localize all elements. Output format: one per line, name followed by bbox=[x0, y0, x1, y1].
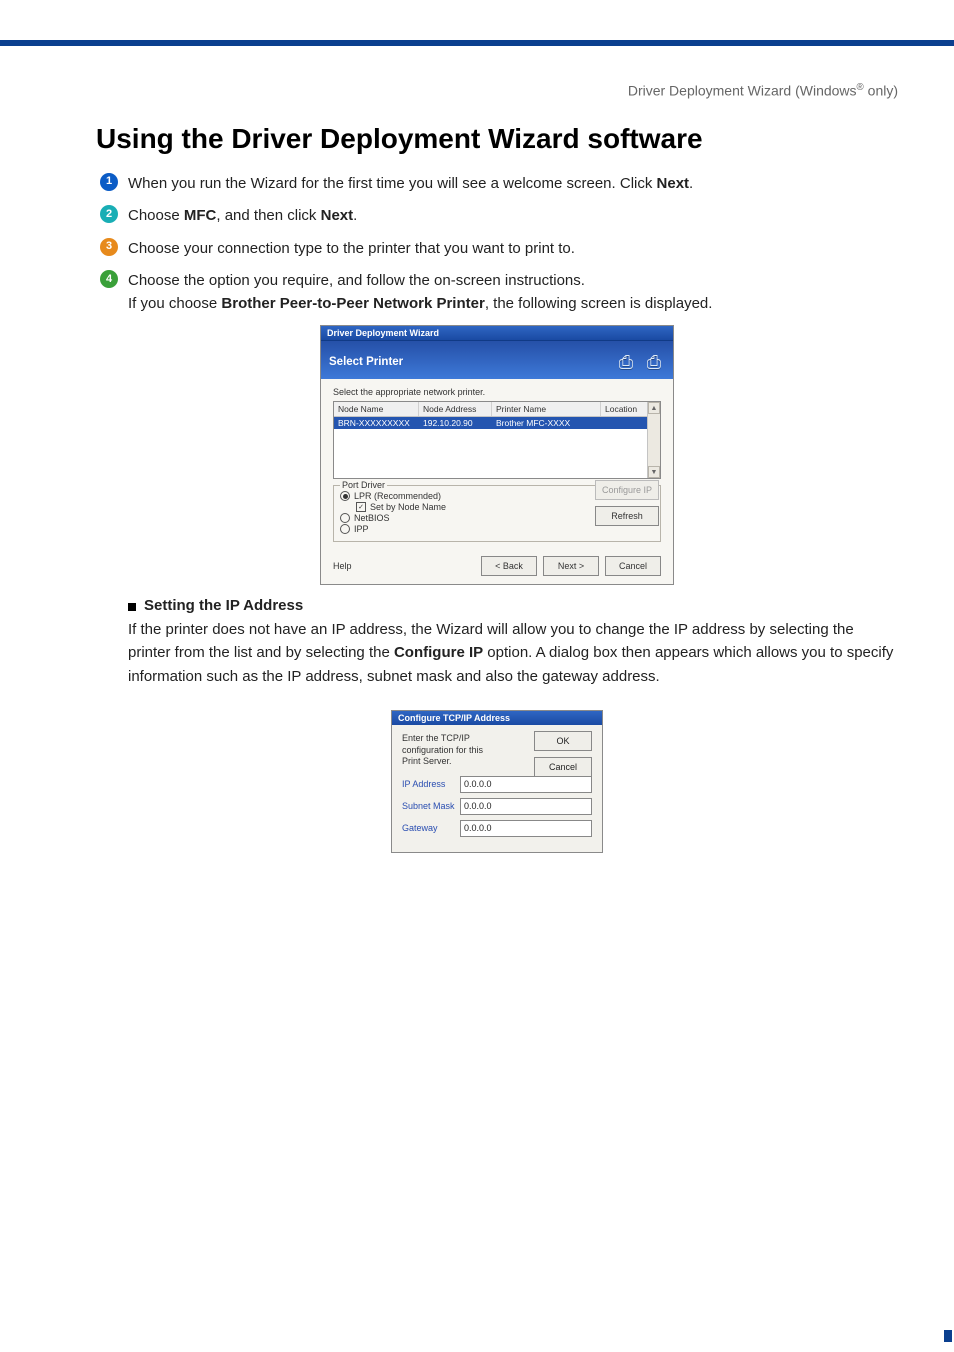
ok-button[interactable]: OK bbox=[534, 731, 592, 751]
ipb-b: Configure IP bbox=[394, 644, 483, 661]
scrollbar[interactable]: ▲ ▼ bbox=[647, 402, 660, 478]
cancel-button[interactable]: Cancel bbox=[605, 556, 661, 576]
scroll-down-icon[interactable]: ▼ bbox=[648, 466, 660, 478]
next-button[interactable]: Next > bbox=[543, 556, 599, 576]
step-2-text: Choose MFC, and then click Next. bbox=[128, 205, 898, 228]
header-sup: ® bbox=[857, 82, 864, 93]
step-2: 2 Choose MFC, and then click Next. bbox=[96, 205, 898, 228]
radio-netbios-label: NetBIOS bbox=[354, 513, 390, 523]
step-3-text: Choose your connection type to the print… bbox=[128, 238, 898, 261]
step-4: 4 Choose the option you require, and fol… bbox=[96, 270, 898, 315]
row-node-name: BRN-XXXXXXXXX bbox=[334, 417, 419, 429]
printer-icon: ⎙ bbox=[615, 351, 637, 373]
header-text-a: Driver Deployment Wizard (Windows bbox=[628, 83, 857, 99]
input-gateway[interactable]: 0.0.0.0 bbox=[460, 820, 592, 837]
printer-list[interactable]: Node Name Node Address Printer Name Loca… bbox=[333, 401, 661, 479]
ip-address-section: Setting the IP Address If the printer do… bbox=[128, 597, 898, 688]
val-mask: 0.0.0.0 bbox=[464, 801, 492, 811]
label-gateway: Gateway bbox=[402, 823, 460, 833]
val-ip: 0.0.0.0 bbox=[464, 779, 492, 789]
s2e: . bbox=[353, 207, 357, 224]
header-text-b: only) bbox=[864, 83, 898, 99]
val-gw: 0.0.0.0 bbox=[464, 823, 492, 833]
scroll-up-icon[interactable]: ▲ bbox=[648, 402, 660, 414]
s2a: Choose bbox=[128, 207, 184, 224]
refresh-button[interactable]: Refresh bbox=[595, 506, 659, 526]
printer-list-row[interactable]: BRN-XXXXXXXXX 192.10.20.90 Brother MFC-X… bbox=[334, 417, 660, 429]
dlg1-header-icons: ⎙ ⎙ bbox=[615, 351, 665, 373]
input-subnet-mask[interactable]: 0.0.0.0 bbox=[460, 798, 592, 815]
radio-lpr-label: LPR (Recommended) bbox=[354, 491, 441, 501]
ip-section-title: Setting the IP Address bbox=[144, 597, 303, 614]
s2c: , and then click bbox=[216, 207, 320, 224]
radio-icon bbox=[340, 491, 350, 501]
dlg2-note: Enter the TCP/IP configuration for this … bbox=[402, 733, 502, 768]
dlg1-subtitle: Select Printer bbox=[329, 356, 403, 368]
back-button[interactable]: < Back bbox=[481, 556, 537, 576]
step-1-post: . bbox=[689, 175, 693, 192]
row-node-address: 192.10.20.90 bbox=[419, 417, 492, 429]
radio-ipp-label: IPP bbox=[354, 524, 369, 534]
row-printer-name: Brother MFC-XXXX bbox=[492, 417, 601, 429]
bullet-square-icon bbox=[128, 603, 136, 611]
step-1: 1 When you run the Wizard for the first … bbox=[96, 173, 898, 196]
step-2-badge: 2 bbox=[100, 205, 118, 223]
s4-2b: Brother Peer-to-Peer Network Printer bbox=[221, 295, 484, 312]
page-heading: Using the Driver Deployment Wizard softw… bbox=[96, 123, 898, 155]
s4-2a: If you choose bbox=[128, 295, 221, 312]
set-by-node-label: Set by Node Name bbox=[370, 502, 446, 512]
col-node-name[interactable]: Node Name bbox=[334, 402, 419, 416]
s2d: Next bbox=[321, 207, 354, 224]
step-1-pre: When you run the Wizard for the first ti… bbox=[128, 175, 657, 192]
dlg1-instruction: Select the appropriate network printer. bbox=[333, 387, 661, 397]
cancel-button[interactable]: Cancel bbox=[534, 757, 592, 777]
step-3-badge: 3 bbox=[100, 238, 118, 256]
s4-2c: , the following screen is displayed. bbox=[485, 295, 713, 312]
configure-ip-button[interactable]: Configure IP bbox=[595, 480, 659, 500]
step-1-badge: 1 bbox=[100, 173, 118, 191]
step-4-badge: 4 bbox=[100, 270, 118, 288]
col-node-address[interactable]: Node Address bbox=[419, 402, 492, 416]
step-3: 3 Choose your connection type to the pri… bbox=[96, 238, 898, 261]
ip-section-body: If the printer does not have an IP addre… bbox=[128, 618, 898, 688]
checkbox-icon bbox=[356, 502, 366, 512]
radio-icon bbox=[340, 524, 350, 534]
col-printer-name[interactable]: Printer Name bbox=[492, 402, 601, 416]
s2b: MFC bbox=[184, 207, 217, 224]
port-driver-legend: Port Driver bbox=[340, 480, 387, 490]
printer-icon: ⎙ bbox=[643, 351, 665, 373]
tcpip-dialog: Configure TCP/IP Address Enter the TCP/I… bbox=[391, 710, 603, 853]
top-accent-bar bbox=[0, 0, 954, 46]
select-printer-dialog: Driver Deployment Wizard Select Printer … bbox=[320, 325, 674, 585]
dlg2-title: Configure TCP/IP Address bbox=[392, 711, 602, 725]
label-subnet-mask: Subnet Mask bbox=[402, 801, 460, 811]
step-4-text: Choose the option you require, and follo… bbox=[128, 270, 898, 315]
radio-icon bbox=[340, 513, 350, 523]
page-header-right: Driver Deployment Wizard (Windows® only) bbox=[96, 82, 898, 99]
printer-list-header: Node Name Node Address Printer Name Loca… bbox=[334, 402, 660, 417]
page-number: 32 bbox=[944, 1329, 954, 1344]
dlg1-window-title: Driver Deployment Wizard bbox=[321, 326, 673, 341]
step-1-bold: Next bbox=[657, 175, 690, 192]
label-ip-address: IP Address bbox=[402, 779, 460, 789]
s4-line1: Choose the option you require, and follo… bbox=[128, 272, 585, 289]
step-1-text: When you run the Wizard for the first ti… bbox=[128, 173, 898, 196]
input-ip-address[interactable]: 0.0.0.0 bbox=[460, 776, 592, 793]
help-button[interactable]: Help bbox=[333, 561, 352, 571]
